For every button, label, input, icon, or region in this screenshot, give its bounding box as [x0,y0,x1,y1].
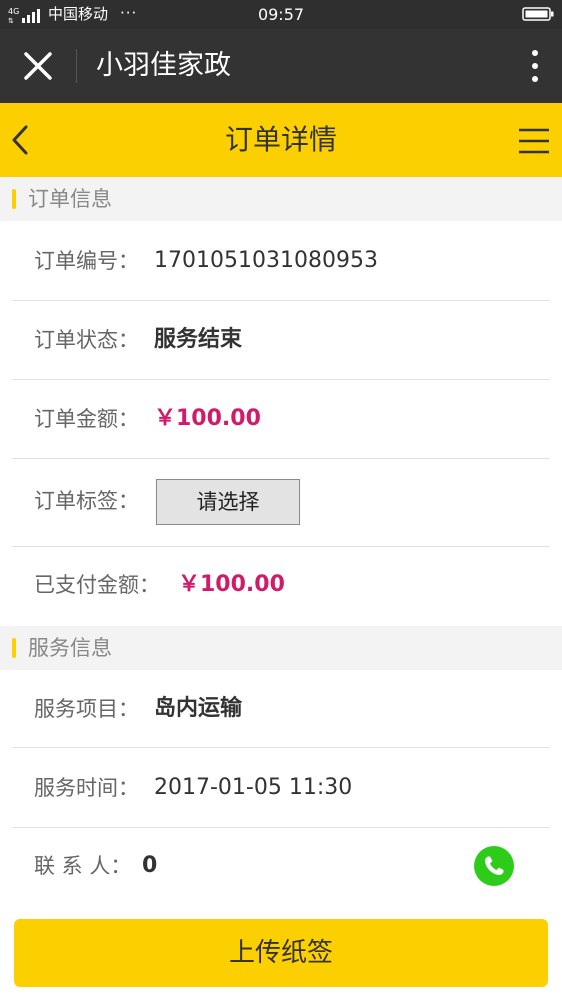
service-info-section-header: 服务信息 [0,626,562,670]
service-item-row: 服务项目： 岛内运输 [12,670,550,748]
order-tag-label: 订单标签： [34,489,139,513]
order-status-label: 订单状态： [34,328,139,352]
title-divider [76,49,77,83]
phone-icon [485,856,504,875]
order-tag-select[interactable]: 请选择 [156,479,300,525]
paid-amount-label: 已支付金额： [34,573,160,597]
section-accent-bar [12,189,16,209]
upload-paper-sign-button[interactable]: 上传纸签 [14,919,548,987]
section-title: 服务信息 [28,636,112,660]
section-accent-bar [12,638,16,658]
paid-amount-row: 已支付金额： ￥100.00 [12,547,550,626]
order-number-label: 订单编号： [34,249,139,273]
wechat-title-bar: 小羽佳家政 [0,29,562,103]
section-title: 订单信息 [28,187,112,211]
order-number-row: 订单编号： 1701051031080953 [12,221,550,301]
bottom-action-area: 上传纸签 [0,905,562,1000]
order-info-section-header: 订单信息 [0,177,562,221]
contact-label: 联 系 人： [34,854,132,878]
service-time-label: 服务时间： [34,776,139,800]
service-item-value: 岛内运输 [154,696,243,721]
clock: 09:57 [257,5,305,24]
service-time-row: 服务时间： 2017-01-05 11:30 [12,748,550,828]
paid-amount-value: ￥100.00 [178,572,285,597]
close-icon[interactable] [18,48,58,84]
order-amount-row: 订单金额： ￥100.00 [12,380,550,459]
order-amount-value: ￥100.00 [154,406,261,431]
order-status-row: 订单状态： 服务结束 [12,301,550,380]
order-amount-label: 订单金额： [34,407,139,431]
order-status-value: 服务结束 [154,327,243,352]
call-button[interactable] [474,846,514,886]
page-header: 订单详情 [0,103,562,177]
status-bar: 4G ⇅ 中国移动 ··· 09:57 [0,0,562,29]
more-vertical-icon[interactable] [528,47,542,85]
page-title: 订单详情 [224,123,337,156]
contact-value: 0 [142,853,158,878]
order-tag-row: 订单标签： 请选择 [12,459,550,547]
app-title: 小羽佳家政 [96,50,231,81]
contact-row: 联 系 人： 0 [12,828,550,905]
hamburger-menu-icon[interactable] [518,127,550,155]
service-item-label: 服务项目： [34,697,139,721]
order-number-value: 1701051031080953 [154,248,378,273]
battery-icon [522,7,554,21]
service-time-value: 2017-01-05 11:30 [154,775,353,800]
